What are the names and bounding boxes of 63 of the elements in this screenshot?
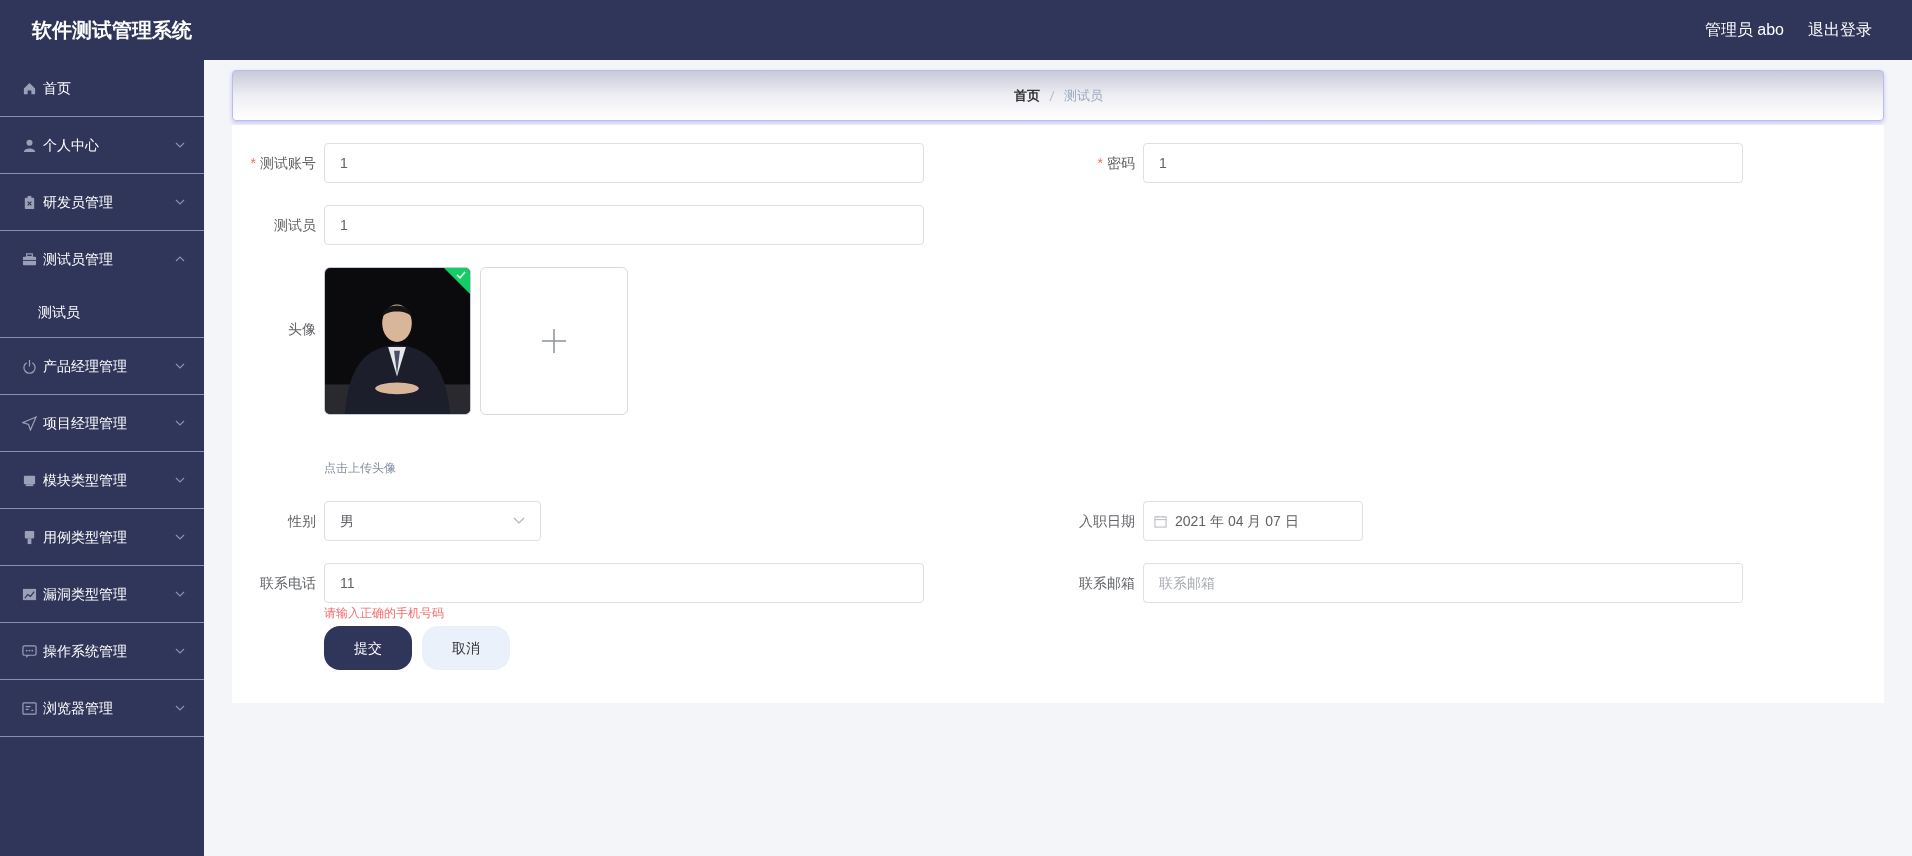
date-field[interactable]: 2021 年 04 月 07 日 (1143, 501, 1363, 541)
menu-item-icon (22, 251, 37, 267)
chevron-icon (513, 517, 525, 525)
field-label: 性别 (288, 512, 316, 531)
menu-item-icon (22, 586, 37, 602)
sidebar-item[interactable]: 个人中心 (0, 117, 204, 173)
chevron-icon (174, 197, 186, 207)
text-field[interactable]: 11 (324, 563, 924, 603)
menu-item-icon (22, 137, 37, 153)
sidebar-item[interactable]: 测试员管理 (0, 231, 204, 287)
submit-button[interactable]: 提交 (324, 626, 412, 670)
field-label: 入职日期 (1079, 512, 1135, 531)
field-label: 测试账号 (260, 154, 316, 173)
text-field[interactable]: 1 (1143, 143, 1743, 183)
cancel-button[interactable]: 取消 (422, 626, 510, 670)
chevron-icon (174, 703, 186, 713)
app-title: 软件测试管理系统 (32, 18, 192, 43)
sidebar-item[interactable]: 操作系统管理 (0, 623, 204, 679)
field-label: 联系邮箱 (1079, 574, 1135, 593)
submenu-item[interactable]: 测试员 (0, 287, 204, 337)
sidebar-item[interactable]: 模块类型管理 (0, 452, 204, 508)
field-label: 测试员 (274, 216, 316, 235)
upload-hint: 点击上传头像 (324, 460, 396, 477)
required-mark: * (250, 154, 256, 173)
sidebar-item[interactable]: 产品经理管理 (0, 338, 204, 394)
plus-icon (541, 328, 567, 354)
menu-item-icon (22, 415, 37, 431)
menu-item-icon (22, 700, 37, 716)
sidebar-item[interactable]: 浏览器管理 (0, 680, 204, 736)
menu-item-icon (22, 529, 37, 545)
field-label: 密码 (1107, 154, 1135, 173)
chevron-icon (174, 418, 186, 428)
sidebar-item[interactable]: 研发员管理 (0, 174, 204, 230)
menu-item-icon (22, 358, 37, 374)
menu-item-icon (22, 194, 37, 210)
sidebar-item[interactable]: 首页 (0, 60, 204, 116)
breadcrumb-current: 测试员 (1063, 86, 1103, 105)
chevron-icon (174, 532, 186, 542)
field-label: 联系电话 (260, 574, 316, 593)
chevron-icon (174, 589, 186, 599)
upload-button[interactable] (480, 267, 628, 415)
user-name: 管理员 abo (1704, 20, 1784, 40)
breadcrumb-separator-icon (1047, 89, 1056, 102)
field-label: 头像 (288, 320, 316, 339)
sidebar-item[interactable]: 用例类型管理 (0, 509, 204, 565)
sidebar-item[interactable]: 项目经理管理 (0, 395, 204, 451)
text-field[interactable]: 1 (324, 205, 924, 245)
chevron-icon (174, 475, 186, 485)
text-field[interactable]: 联系邮箱 (1143, 563, 1743, 603)
breadcrumb-link[interactable]: 首页 (1013, 85, 1040, 106)
menu-item-icon (22, 80, 37, 96)
chevron-icon (174, 361, 186, 371)
chevron-icon (174, 254, 186, 264)
logout-link[interactable]: 退出登录 (1808, 18, 1872, 42)
required-mark: * (1097, 154, 1103, 173)
chevron-icon (174, 646, 186, 656)
text-field[interactable]: 1 (324, 143, 924, 183)
calendar-icon (1154, 514, 1167, 528)
sidebar-item[interactable]: 漏洞类型管理 (0, 566, 204, 622)
error-message: 请输入正确的手机号码 (324, 605, 444, 621)
menu-item-icon (22, 643, 37, 659)
chevron-icon (174, 140, 186, 150)
select-field[interactable]: 男 (324, 501, 541, 541)
